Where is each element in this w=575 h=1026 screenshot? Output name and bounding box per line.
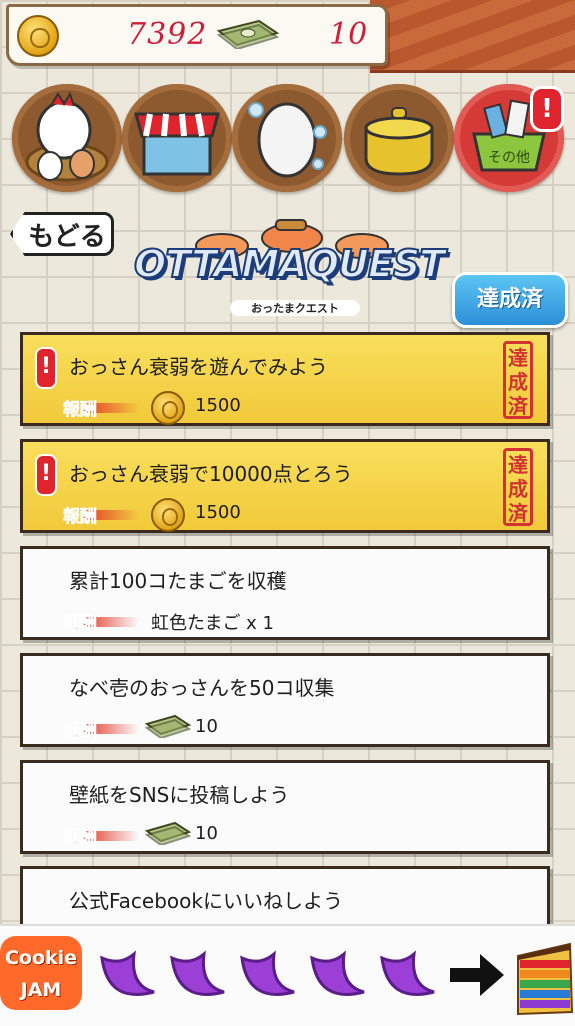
quest-title: なべ壱のおっさんを50コ収集: [69, 676, 335, 700]
reward-label: 報酬: [63, 609, 139, 634]
coin-icon: [151, 498, 185, 532]
quest-item[interactable]: 壁紙をSNSに投稿しよう 報酬 10: [20, 760, 550, 854]
reward-label: 報酬: [63, 502, 139, 527]
reward-value: 虹色たまご x 1: [151, 613, 275, 634]
alert-icon: !: [35, 347, 57, 389]
achieved-stamp: 達成済: [503, 341, 533, 419]
bills-icon: [216, 19, 280, 49]
ad-brand-logo: Cookie JAM: [0, 936, 82, 1010]
reward-label: 報酬: [63, 823, 139, 848]
quest-item[interactable]: ! おっさん衰弱で10000点とろう 報酬 1500 達成済: [20, 439, 550, 533]
arrow-right-icon: [450, 954, 504, 996]
alert-icon: !: [35, 454, 57, 496]
back-button[interactable]: もどる: [10, 212, 114, 256]
reward-label: 報酬: [63, 395, 139, 420]
other-label: その他: [488, 150, 530, 166]
cookie-icon: [240, 950, 295, 996]
reward-value: 10: [195, 823, 218, 844]
quest-title: おっさん衰弱を遊んでみよう: [69, 355, 328, 379]
quest-title: 公式Facebookにいいねしよう: [69, 889, 343, 913]
bills-icon: [145, 821, 191, 845]
currency-bar: 7392 10: [6, 4, 388, 66]
coin-icon: [151, 391, 185, 425]
logo-subtitle: おったまクエスト: [230, 300, 360, 316]
cookie-icon: [310, 950, 365, 996]
quest-title: 累計100コたまごを収穫: [69, 569, 287, 593]
achieved-stamp: 達成済: [503, 448, 533, 526]
quest-title: おっさん衰弱で10000点とろう: [69, 462, 353, 486]
pot-icon[interactable]: [344, 84, 454, 192]
menu-icon-row: その他 !: [0, 78, 575, 198]
quest-item[interactable]: なべ壱のおっさんを50コ収集 報酬 10: [20, 653, 550, 747]
achieved-filter-button[interactable]: 達成済: [452, 272, 568, 328]
egg-icon[interactable]: [232, 84, 342, 192]
quest-item[interactable]: 累計100コたまごを収穫 報酬 虹色たまご x 1: [20, 546, 550, 640]
bills-icon: [145, 714, 191, 738]
cookie-icon: [100, 950, 155, 996]
cookie-icon: [380, 950, 435, 996]
nest-icon[interactable]: [12, 84, 122, 192]
reward-value: 10: [195, 716, 218, 737]
reward-label: 報酬: [63, 716, 139, 741]
reward-value: 1500: [195, 395, 241, 416]
shop-icon[interactable]: [122, 84, 232, 192]
bills-count: 10: [329, 17, 368, 52]
roof-decoration: [370, 0, 575, 73]
alert-icon: !: [530, 86, 564, 132]
reward-value: 1500: [195, 502, 241, 523]
quest-logo: OTTAMAQUEST おったまクエスト: [132, 212, 446, 322]
coin-icon: [17, 15, 59, 57]
ad-banner[interactable]: Cookie JAM: [0, 924, 575, 1026]
cake-icon: [517, 942, 574, 1016]
quest-item[interactable]: ! おっさん衰弱を遊んでみよう 報酬 1500 達成済: [20, 332, 550, 426]
logo-title: OTTAMAQUEST: [133, 241, 446, 287]
quest-title: 壁紙をSNSに投稿しよう: [69, 783, 290, 807]
cookie-icon: [170, 950, 225, 996]
coin-count: 7392: [127, 17, 208, 52]
